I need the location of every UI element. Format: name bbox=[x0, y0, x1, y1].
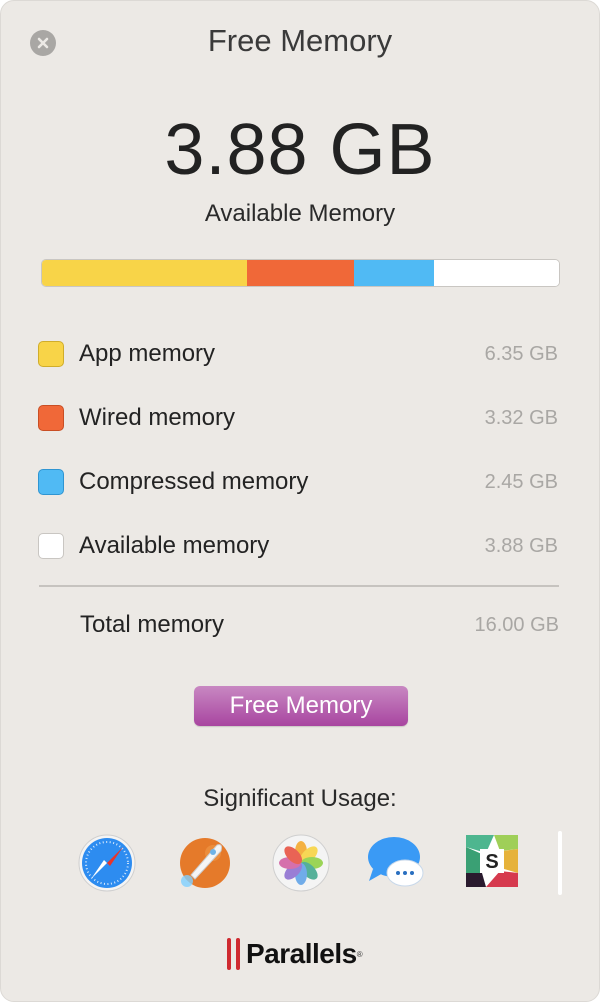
total-memory-row: Total memory 16.00 GB bbox=[39, 605, 559, 645]
free-memory-window: Free Memory 3.88 GB Available Memory App… bbox=[0, 0, 600, 1002]
window-title: Free Memory bbox=[207, 23, 393, 58]
legend-label: Wired memory bbox=[79, 404, 236, 431]
bar-segment-wired bbox=[247, 260, 355, 286]
messages-icon[interactable] bbox=[367, 833, 427, 893]
bar-segment-available bbox=[433, 260, 559, 286]
legend-row-compressed: Compressed memory 2.45 GB bbox=[38, 462, 558, 502]
registered-mark: ® bbox=[356, 949, 363, 959]
wired-memory-swatch bbox=[38, 405, 64, 431]
significant-usage-apps: S bbox=[77, 833, 557, 893]
legend-value: 3.88 GB bbox=[484, 534, 558, 557]
available-memory-value: 3.88 GB bbox=[164, 110, 436, 190]
bar-segment-app bbox=[42, 260, 248, 286]
significant-usage-heading: Significant Usage: bbox=[203, 785, 397, 812]
safari-icon[interactable] bbox=[77, 833, 137, 893]
free-memory-button[interactable]: Free Memory bbox=[194, 686, 408, 726]
apps-scrollbar[interactable] bbox=[558, 831, 562, 895]
legend-value: 2.45 GB bbox=[484, 470, 558, 493]
bar-segment-compressed bbox=[354, 260, 434, 286]
legend-label: Compressed memory bbox=[79, 468, 309, 495]
available-memory-swatch bbox=[38, 533, 64, 559]
compressed-memory-swatch bbox=[38, 469, 64, 495]
photos-icon[interactable] bbox=[271, 833, 331, 893]
parallels-bars-icon bbox=[227, 938, 240, 970]
legend-row-available: Available memory 3.88 GB bbox=[38, 526, 558, 566]
legend-value: 3.32 GB bbox=[484, 406, 558, 429]
memory-usage-bar bbox=[41, 259, 560, 287]
total-memory-value: 16.00 GB bbox=[474, 613, 559, 636]
legend-label: App memory bbox=[79, 340, 216, 367]
legend-label: Available memory bbox=[79, 532, 270, 559]
available-memory-label: Available Memory bbox=[204, 200, 396, 227]
legend-value: 6.35 GB bbox=[484, 342, 558, 365]
slack-icon[interactable]: S bbox=[464, 833, 524, 893]
parallels-logo: Parallels ® bbox=[227, 936, 363, 972]
legend-row-wired: Wired memory 3.32 GB bbox=[38, 398, 558, 438]
app-memory-swatch bbox=[38, 341, 64, 367]
brand-name: Parallels bbox=[246, 938, 357, 969]
total-memory-label: Total memory bbox=[80, 611, 225, 638]
svg-text:S: S bbox=[485, 851, 498, 873]
divider bbox=[39, 585, 559, 587]
legend-row-app: App memory 6.35 GB bbox=[38, 334, 558, 374]
rocket-app-icon[interactable] bbox=[173, 833, 233, 893]
